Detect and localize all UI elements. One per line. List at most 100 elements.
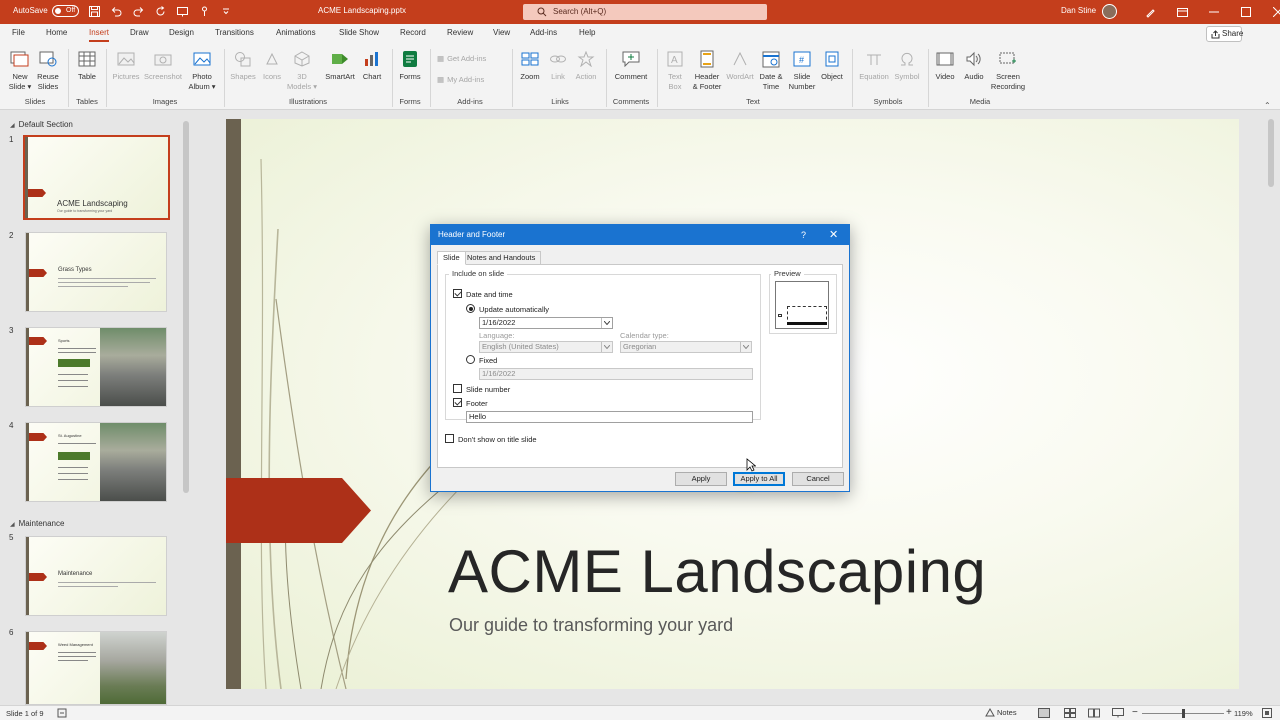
section-header[interactable]: Maintenance — [10, 519, 65, 528]
tab-record[interactable]: Record — [400, 28, 426, 37]
shapes-button[interactable]: Shapes — [228, 48, 258, 82]
save-icon[interactable] — [87, 4, 101, 18]
slide-sorter-icon[interactable] — [1064, 708, 1076, 718]
fixed-date-input[interactable]: 1/16/2022 — [479, 368, 753, 380]
zoom-in-button[interactable]: + — [1226, 707, 1232, 718]
tab-add-ins[interactable]: Add-ins — [530, 28, 557, 37]
object-button[interactable]: Object — [818, 48, 846, 82]
slide-subtitle[interactable]: Our guide to transforming your yard — [449, 615, 733, 636]
pen-icon[interactable] — [1134, 0, 1166, 24]
date-time-checkbox[interactable] — [453, 289, 462, 298]
reading-view-icon[interactable] — [1088, 708, 1100, 718]
tab-transitions[interactable]: Transitions — [215, 28, 254, 37]
tab-file[interactable]: File — [12, 28, 25, 37]
3d-models-button[interactable]: 3D Models ▾ — [286, 48, 318, 92]
pictures-button[interactable]: Pictures — [110, 48, 142, 82]
zoom-out-button[interactable]: − — [1132, 707, 1138, 718]
notes-button[interactable]: Notes — [985, 708, 1017, 717]
section-header[interactable]: Default Section — [10, 120, 73, 129]
zoom-slider-thumb[interactable] — [1182, 709, 1185, 718]
slideshow-view-icon[interactable] — [1112, 708, 1124, 718]
slide-counter[interactable]: Slide 1 of 9 — [6, 709, 44, 718]
tab-draw[interactable]: Draw — [130, 28, 149, 37]
collapse-ribbon-icon[interactable]: ⌃ — [1264, 101, 1271, 110]
my-add-ins-button[interactable]: ▦ My Add-ins — [437, 75, 484, 84]
slide-thumbnail[interactable]: St. Augustine — [25, 422, 167, 502]
cancel-button[interactable]: Cancel — [792, 472, 844, 486]
action-button[interactable]: Action — [572, 48, 600, 82]
chart-button[interactable]: Chart — [360, 48, 384, 82]
help-button[interactable]: ? — [801, 225, 806, 245]
slide-thumbnail[interactable]: ACME Landscaping Our guide to transformi… — [23, 135, 170, 220]
screen-recording-button[interactable]: Screen Recording — [989, 48, 1027, 92]
repeat-icon[interactable] — [153, 4, 167, 18]
apply-to-all-button[interactable]: Apply to All — [733, 472, 785, 486]
date-time-button[interactable]: Date & Time — [757, 48, 785, 92]
avatar[interactable] — [1102, 4, 1117, 19]
language-select[interactable]: English (United States) — [479, 341, 613, 353]
fit-slide-icon[interactable] — [1262, 708, 1272, 718]
tab-notes-handouts[interactable]: Notes and Handouts — [461, 251, 542, 265]
icons-button[interactable]: Icons — [259, 48, 285, 82]
tab-slide-show[interactable]: Slide Show — [339, 28, 379, 37]
link-button[interactable]: Link — [546, 48, 570, 82]
forms-button[interactable]: Forms — [396, 48, 424, 82]
share-button[interactable]: Share — [1206, 26, 1243, 42]
customize-qat-icon[interactable] — [219, 4, 233, 18]
slide-thumbnail[interactable]: Maintenance — [25, 536, 167, 616]
equation-button[interactable]: Equation — [857, 48, 891, 82]
reuse-slides-button[interactable]: Reuse Slides — [35, 48, 61, 92]
close-icon[interactable] — [1262, 0, 1280, 24]
video-button[interactable]: Video — [932, 48, 958, 82]
fixed-radio[interactable] — [466, 355, 475, 364]
comment-button[interactable]: Comment — [611, 48, 651, 82]
user-name[interactable]: Dan Stine — [1061, 6, 1096, 15]
slide-number-button[interactable]: # Slide Number — [787, 48, 817, 92]
audio-button[interactable]: Audio — [960, 48, 988, 82]
table-button[interactable]: Table — [74, 48, 100, 82]
tab-view[interactable]: View — [493, 28, 510, 37]
tab-animations[interactable]: Animations — [276, 28, 316, 37]
footer-text-input[interactable]: Hello — [466, 411, 753, 423]
screenshot-button[interactable]: Screenshot — [143, 48, 183, 82]
slide-title[interactable]: ACME Landscaping — [448, 537, 986, 606]
thumbnails-scrollbar[interactable] — [182, 113, 190, 703]
symbol-button[interactable]: Symbol — [892, 48, 922, 82]
header-footer-button[interactable]: Header & Footer — [690, 48, 724, 92]
search-input[interactable]: Search (Alt+Q) — [523, 4, 767, 20]
get-add-ins-button[interactable]: ▦ Get Add-ins — [437, 54, 486, 63]
slide-scrollbar[interactable] — [1266, 113, 1276, 703]
zoom-level[interactable]: 119% — [1234, 709, 1253, 718]
normal-view-icon[interactable] — [1038, 708, 1050, 718]
calendar-type-select[interactable]: Gregorian — [620, 341, 752, 353]
wordart-button[interactable]: WordArt — [725, 48, 755, 82]
tab-review[interactable]: Review — [447, 28, 473, 37]
smartart-button[interactable]: SmartArt — [321, 48, 359, 82]
maximize-icon[interactable] — [1230, 0, 1262, 24]
update-automatically-radio[interactable] — [466, 304, 475, 313]
slide-thumbnail[interactable]: Weed Management — [25, 631, 167, 705]
apply-button[interactable]: Apply — [675, 472, 727, 486]
zoom-button[interactable]: Zoom — [516, 48, 544, 82]
close-button[interactable]: ✕ — [829, 225, 838, 245]
undo-icon[interactable] — [109, 4, 123, 18]
date-format-select[interactable]: 1/16/2022 — [479, 317, 613, 329]
footer-checkbox[interactable] — [453, 398, 462, 407]
slide-thumbnail[interactable]: Sports — [25, 327, 167, 407]
dont-show-title-checkbox[interactable] — [445, 434, 454, 443]
slide-thumbnail[interactable]: Grass Types — [25, 232, 167, 312]
tab-design[interactable]: Design — [169, 28, 194, 37]
tab-insert[interactable]: Insert — [89, 28, 110, 42]
autosave-toggle[interactable]: Off — [52, 5, 79, 17]
tab-help[interactable]: Help — [579, 28, 595, 37]
accessibility-icon[interactable] — [57, 708, 67, 718]
ribbon-display-icon[interactable] — [1166, 0, 1198, 24]
new-slide-button[interactable]: New Slide ▾ — [6, 48, 34, 92]
minimize-icon[interactable] — [1198, 0, 1230, 24]
tab-slide[interactable]: Slide — [437, 251, 466, 265]
redo-icon[interactable] — [131, 4, 145, 18]
tab-home[interactable]: Home — [46, 28, 67, 37]
touch-mode-icon[interactable] — [197, 4, 211, 18]
document-title[interactable]: ACME Landscaping.pptx — [318, 6, 406, 15]
slide-number-checkbox[interactable] — [453, 384, 462, 393]
